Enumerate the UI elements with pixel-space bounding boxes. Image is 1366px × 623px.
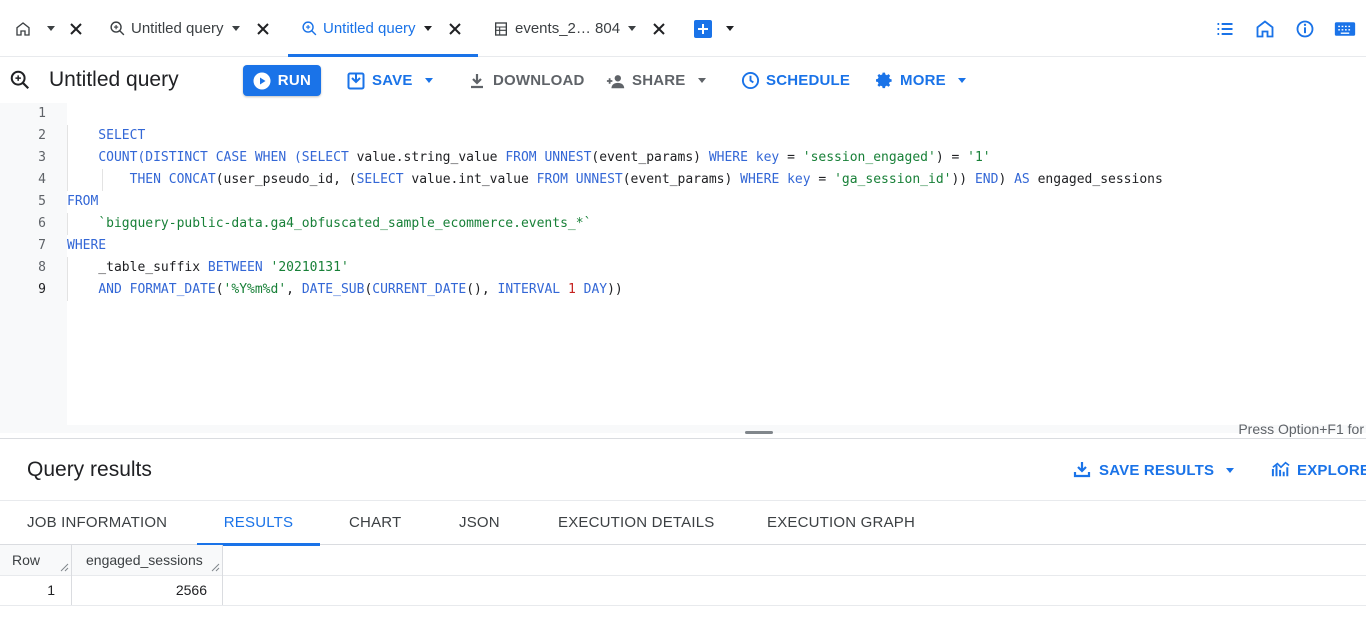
code-line: `bigquery-public-data.ga4_obfuscated_sam… <box>98 216 592 231</box>
chevron-down-icon <box>697 78 706 83</box>
tab-job-information[interactable]: JOB INFORMATION <box>27 501 167 545</box>
tab-label: Untitled query <box>131 20 224 37</box>
keyboard-icon[interactable] <box>1334 18 1356 40</box>
add-icon <box>694 19 712 38</box>
more-label: MORE <box>900 72 946 89</box>
line-number: 3 <box>38 150 46 165</box>
info-icon[interactable] <box>1294 18 1316 40</box>
explore-button[interactable]: EXPLORE <box>1271 460 1366 480</box>
close-icon[interactable] <box>254 20 272 38</box>
tab-bar: Untitled query Untitled query events_2… … <box>0 0 1366 57</box>
line-number-current: 9 <box>38 282 46 297</box>
column-header-row[interactable]: Row <box>0 545 72 575</box>
tab-home[interactable] <box>14 0 85 57</box>
share-label: SHARE <box>632 72 686 89</box>
code-line: SELECT <box>67 128 146 143</box>
save-icon <box>1073 460 1093 480</box>
tab-label: events_2… 804 <box>515 20 621 37</box>
header-actions <box>1214 0 1356 57</box>
new-tab-button[interactable] <box>694 0 734 57</box>
more-button[interactable]: MORE <box>874 65 966 96</box>
share-button[interactable]: SHARE <box>606 65 706 96</box>
close-icon[interactable] <box>446 20 464 38</box>
query-icon <box>108 20 126 38</box>
tab-results-label: RESULTS <box>223 514 294 531</box>
code-line: THEN CONCAT(user_pseudo_id, (SELECT valu… <box>129 172 1163 187</box>
results-tabs: JOB INFORMATION RESULTS CHART JSON EXECU… <box>0 501 1366 546</box>
column-header-label: engaged_sessions <box>86 552 203 568</box>
accessibility-hint: Press Option+F1 for <box>1238 421 1364 437</box>
code-line: _table_suffix BETWEEN '20210131' <box>67 260 349 275</box>
chart-icon <box>1271 460 1291 480</box>
line-number: 6 <box>38 216 46 231</box>
line-number: 4 <box>38 172 46 187</box>
code-line: WHERE <box>67 238 107 253</box>
row-divider <box>0 605 1366 606</box>
line-number: 7 <box>38 238 46 253</box>
save-icon <box>346 71 366 91</box>
chevron-down-icon <box>424 78 433 83</box>
table-icon <box>492 20 510 38</box>
tab-json[interactable]: JSON <box>459 501 500 545</box>
clock-icon <box>740 71 760 91</box>
code-line: COUNT(DISTINCT CASE WHEN (SELECT value.s… <box>98 150 991 165</box>
schedule-button[interactable]: SCHEDULE <box>740 65 850 96</box>
play-icon <box>253 72 271 90</box>
column-header-engaged-sessions[interactable]: engaged_sessions <box>72 545 223 575</box>
tab-chart[interactable]: CHART <box>349 501 401 545</box>
query-icon <box>9 69 31 91</box>
column-resize-icon[interactable] <box>211 563 220 572</box>
column-header-label: Row <box>12 552 41 568</box>
home-icon[interactable] <box>1254 18 1276 40</box>
save-results-button[interactable]: SAVE RESULTS <box>1073 460 1235 480</box>
save-results-label: SAVE RESULTS <box>1099 461 1215 479</box>
download-icon <box>467 71 487 91</box>
line-number: 5 <box>38 194 46 209</box>
close-icon[interactable] <box>67 20 85 38</box>
resize-handle[interactable] <box>745 431 773 434</box>
gear-icon <box>874 71 894 91</box>
run-label: RUN <box>277 72 312 89</box>
download-label: DOWNLOAD <box>493 72 585 89</box>
tab-execution-details[interactable]: EXECUTION DETAILS <box>558 501 714 545</box>
schedule-label: SCHEDULE <box>766 72 851 89</box>
table-cell-row-number: 1 <box>0 575 72 605</box>
query-title: Untitled query <box>49 68 179 91</box>
code-line: AND FORMAT_DATE('%Y%m%d', DATE_SUB(CURRE… <box>98 282 623 297</box>
chevron-down-icon[interactable] <box>726 26 734 31</box>
line-number: 1 <box>38 106 46 121</box>
results-header: Query results SAVE RESULTS EXPLORE <box>0 439 1366 501</box>
tab-results[interactable]: RESULTS <box>197 501 320 546</box>
tab-label: Untitled query <box>323 20 416 37</box>
column-resize-icon[interactable] <box>60 563 69 572</box>
save-button[interactable]: SAVE <box>346 65 433 96</box>
save-label: SAVE <box>372 72 413 89</box>
explore-label: EXPLORE <box>1297 461 1366 479</box>
download-button[interactable]: DOWNLOAD <box>467 65 585 96</box>
chevron-down-icon[interactable] <box>423 26 432 31</box>
close-icon[interactable] <box>650 20 668 38</box>
table-cell-engaged-sessions[interactable]: 2566 <box>72 575 223 605</box>
list-icon[interactable] <box>1214 18 1236 40</box>
add-person-icon <box>606 71 626 91</box>
chevron-down-icon <box>957 78 966 83</box>
line-number: 8 <box>38 260 46 275</box>
code-line: FROM <box>67 194 99 209</box>
results-title: Query results <box>27 458 152 481</box>
tab-untitled-query-2[interactable]: Untitled query <box>288 0 478 57</box>
chevron-down-icon[interactable] <box>47 26 55 31</box>
tab-events-table[interactable]: events_2… 804 <box>492 0 668 57</box>
line-number: 2 <box>38 128 46 143</box>
chevron-down-icon <box>1226 467 1235 473</box>
run-button[interactable]: RUN <box>243 65 321 96</box>
home-icon <box>14 20 32 38</box>
tab-execution-graph[interactable]: EXECUTION GRAPH <box>767 501 915 545</box>
query-icon <box>300 20 318 38</box>
tab-untitled-query-1[interactable]: Untitled query <box>108 0 272 57</box>
query-toolbar: Untitled query RUN SAVE DOWNLOAD SHARE S… <box>0 57 1366 103</box>
sql-editor[interactable]: 1 2 3 4 5 6 7 8 9 SELECT COUNT(DISTINCT … <box>0 103 1366 437</box>
chevron-down-icon[interactable] <box>231 26 240 31</box>
chevron-down-icon[interactable] <box>628 26 637 31</box>
